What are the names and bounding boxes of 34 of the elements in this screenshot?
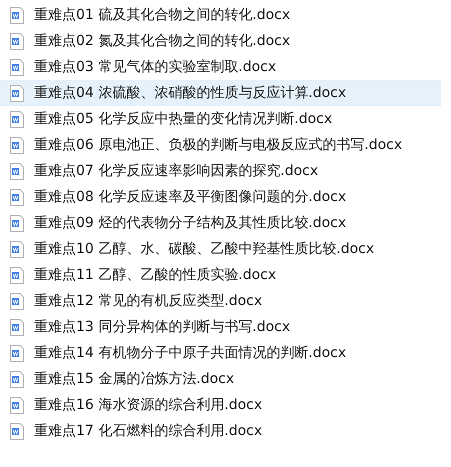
file-item[interactable]: 重难点07 化学反应速率影响因素的探究.docx	[0, 158, 441, 184]
file-item[interactable]: 重难点14 有机物分子中原子共面情况的判断.docx	[0, 340, 441, 366]
document-icon	[10, 58, 24, 76]
document-icon	[10, 266, 24, 284]
document-icon	[10, 162, 24, 180]
file-item[interactable]: 重难点04 浓硫酸、浓硝酸的性质与反应计算.docx	[0, 80, 441, 106]
document-icon	[10, 188, 24, 206]
document-icon	[10, 370, 24, 388]
file-item[interactable]: 重难点10 乙醇、水、碳酸、乙酸中羟基性质比较.docx	[0, 236, 441, 262]
document-icon	[10, 6, 24, 24]
file-item[interactable]: 重难点08 化学反应速率及平衡图像问题的分.docx	[0, 184, 441, 210]
document-icon	[10, 344, 24, 362]
file-item[interactable]: 重难点02 氮及其化合物之间的转化.docx	[0, 28, 441, 54]
document-icon	[10, 292, 24, 310]
document-icon	[10, 318, 24, 336]
file-item[interactable]: 重难点06 原电池正、负极的判断与电极反应式的书写.docx	[0, 132, 441, 158]
file-item[interactable]: 重难点16 海水资源的综合利用.docx	[0, 392, 441, 418]
file-item[interactable]: 重难点12 常见的有机反应类型.docx	[0, 288, 441, 314]
document-icon	[10, 136, 24, 154]
document-icon	[10, 422, 24, 440]
file-item[interactable]: 重难点13 同分异构体的判断与书写.docx	[0, 314, 441, 340]
document-icon	[10, 214, 24, 232]
document-icon	[10, 110, 24, 128]
file-item[interactable]: 重难点05 化学反应中热量的变化情况判断.docx	[0, 106, 441, 132]
file-item[interactable]: 重难点03 常见气体的实验室制取.docx	[0, 54, 441, 80]
document-icon	[10, 32, 24, 50]
file-item[interactable]: 重难点11 乙醇、乙酸的性质实验.docx	[0, 262, 441, 288]
file-item[interactable]: 重难点17 化石燃料的综合利用.docx	[0, 418, 441, 444]
file-item[interactable]: 重难点01 硫及其化合物之间的转化.docx	[0, 2, 441, 28]
file-item[interactable]: 重难点09 烃的代表物分子结构及其性质比较.docx	[0, 210, 441, 236]
file-item[interactable]: 重难点15 金属的冶炼方法.docx	[0, 366, 441, 392]
document-icon	[10, 240, 24, 258]
document-icon	[10, 396, 24, 414]
document-icon	[10, 84, 24, 102]
